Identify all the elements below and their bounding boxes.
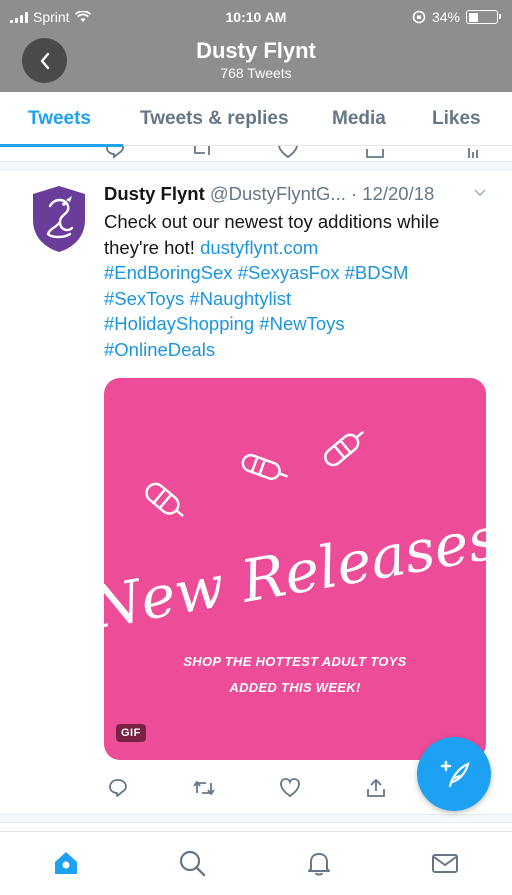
profile-header: Sprint 10:10 AM 34% Dusty Flynt 768 Twee… (0, 0, 512, 92)
heart-icon (280, 778, 300, 798)
heart-icon[interactable] (277, 146, 299, 160)
messages-icon (432, 854, 458, 873)
gif-badge: GIF (116, 724, 146, 742)
tab-tweets[interactable]: Tweets (28, 108, 91, 130)
tweet-text-line: they're hot! dustyflynt.com (104, 235, 494, 261)
tweet-date: · 12/20/18 (350, 183, 435, 204)
reply-button[interactable] (104, 774, 132, 802)
tweet-link[interactable]: dustyflynt.com (200, 237, 318, 258)
hashtag-line[interactable]: #EndBoringSex #SexyasFox #BDSM (104, 260, 494, 286)
retweet-icon[interactable] (190, 146, 214, 160)
toy-icon (145, 482, 184, 517)
toy-icon (241, 453, 288, 480)
share-icon (367, 778, 385, 797)
tweet-body: Check out our newest toy additions while… (104, 209, 494, 362)
hashtag-line[interactable]: #HolidayShopping #NewToys (104, 311, 494, 337)
tweet-header: Dusty Flynt @DustyFlyntG... · 12/20/18 (104, 183, 494, 205)
nav-search[interactable] (175, 846, 209, 880)
battery-icon (466, 10, 501, 24)
author-name[interactable]: Dusty Flynt (104, 183, 205, 204)
tweet-separator (0, 161, 512, 170)
compose-feather-icon (440, 760, 470, 788)
search-icon (179, 850, 206, 877)
media-headline: New Releases (104, 504, 486, 643)
nav-notifications[interactable] (302, 846, 336, 880)
comment-icon (109, 779, 127, 797)
previous-tweet-actions (0, 146, 512, 160)
battery-percent: 34% (431, 9, 460, 25)
home-icon (55, 852, 77, 874)
profile-tabs: Tweets Tweets & replies Media Likes (0, 92, 512, 146)
tweet-separator (0, 814, 512, 823)
tab-likes[interactable]: Likes (432, 108, 481, 130)
media-promo-line: SHOP THE HOTTEST ADULT TOYS (183, 654, 407, 669)
page-title: Dusty Flynt (196, 38, 316, 63)
comment-icon[interactable] (104, 146, 126, 160)
avatar[interactable] (30, 184, 88, 254)
chevron-down-icon[interactable] (472, 186, 488, 198)
status-bar: Sprint 10:10 AM 34% (0, 0, 512, 34)
status-right: 34% (412, 9, 501, 25)
compose-tweet-button[interactable] (417, 737, 491, 811)
toy-icon (324, 431, 364, 467)
nav-home[interactable] (49, 846, 83, 880)
share-icon[interactable] (364, 146, 386, 160)
tweet-actions (104, 774, 404, 802)
nav-messages[interactable] (428, 846, 462, 880)
hashtag-line[interactable]: #OnlineDeals (104, 337, 494, 363)
tweet-text-fragment: they're hot! (104, 236, 201, 258)
analytics-icon[interactable] (466, 146, 480, 160)
hashtag-line[interactable]: #SexToys #Naughtylist (104, 286, 494, 312)
tab-media[interactable]: Media (332, 108, 386, 130)
tweet-text-line: Check out our newest toy additions while (104, 211, 440, 232)
tab-tweets-and-replies[interactable]: Tweets & replies (140, 108, 289, 130)
tweet-count: 768 Tweets (220, 65, 292, 81)
author-handle[interactable]: @DustyFlyntG... (210, 183, 346, 204)
like-button[interactable] (276, 774, 304, 802)
tweet-media-gif[interactable]: New Releases SHOP THE HOTTEST ADULT TOYS… (104, 378, 486, 760)
share-button[interactable] (362, 774, 390, 802)
retweet-icon (193, 780, 215, 796)
rotation-lock-icon (412, 10, 426, 24)
notifications-icon (308, 853, 330, 876)
media-illustration: New Releases (104, 431, 486, 643)
media-promo-line: ADDED THIS WEEK! (229, 680, 361, 695)
bottom-navigation (0, 831, 512, 895)
retweet-button[interactable] (190, 774, 218, 802)
